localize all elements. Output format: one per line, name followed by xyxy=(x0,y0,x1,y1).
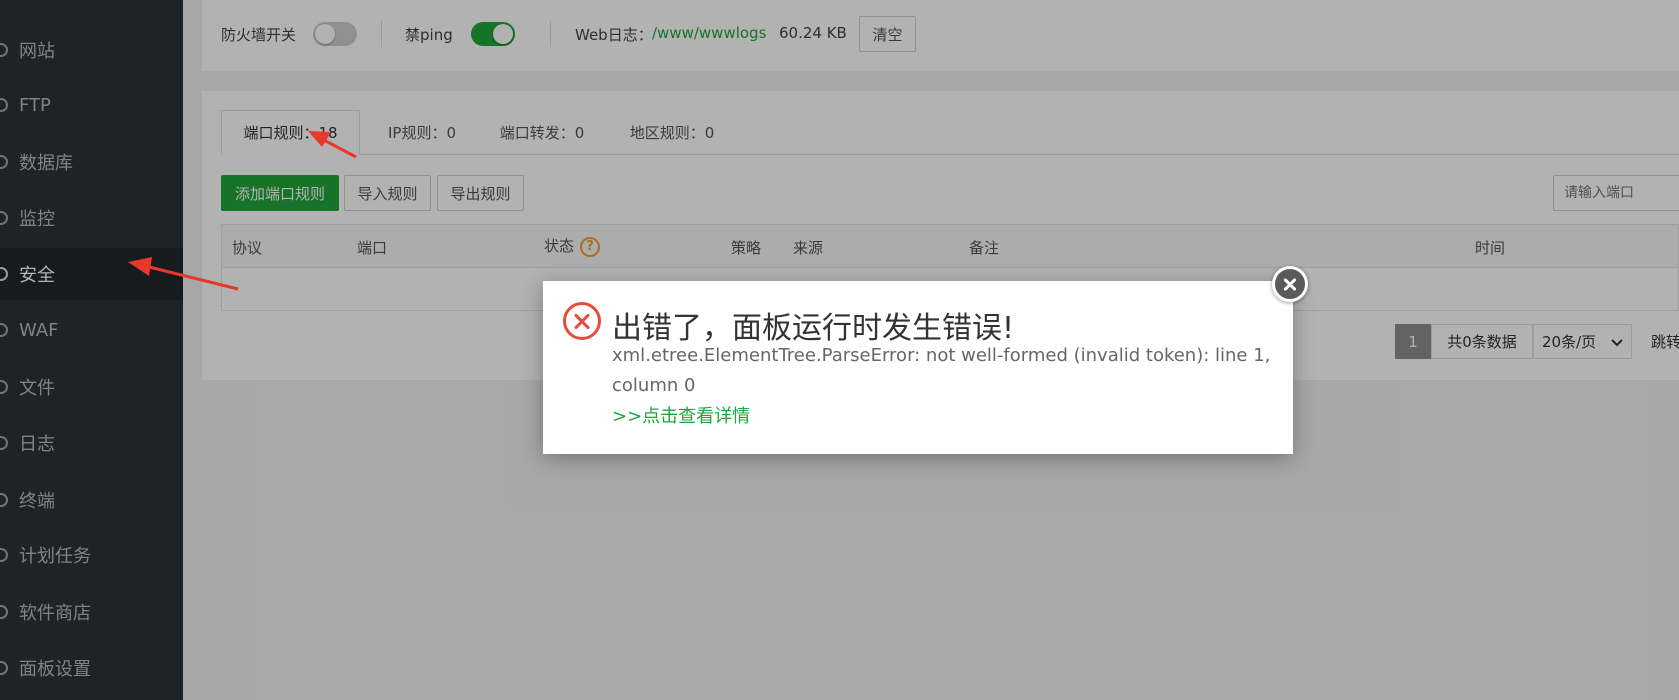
close-dialog-button[interactable] xyxy=(1272,266,1308,302)
error-circle-x-icon xyxy=(563,302,601,340)
error-message: xml.etree.ElementTree.ParseError: not we… xyxy=(612,345,1271,396)
error-dialog: 出错了，面板运行时发生错误! xml.etree.ElementTree.Par… xyxy=(543,281,1293,454)
view-details-link[interactable]: >>点击查看详情 xyxy=(612,402,750,428)
